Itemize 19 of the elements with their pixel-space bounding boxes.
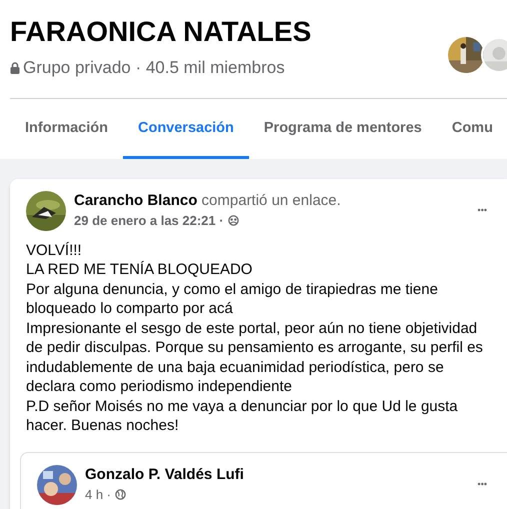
tab[interactable]: Información <box>10 98 123 158</box>
more-button[interactable]: ••• <box>478 478 487 492</box>
tab[interactable]: Programa de mentores <box>248 98 437 158</box>
post-text: Por alguna denuncia, y como el amigo de tirapiedras me tiene bloqueado lo comparto por acá <box>26 280 439 318</box>
post-text: LA RED ME TENÍA BLOQUEADO <box>26 260 254 280</box>
post-time: 4 h · <box>85 486 112 504</box>
post-text: P.D señor Moisés no me vaya a denunciar por lo que Ud le gusta hacer. Buenas noches! <box>26 396 459 436</box>
globe-icon <box>115 489 126 500</box>
tab[interactable]: Conversación <box>122 98 249 158</box>
more-button[interactable]: ••• <box>478 204 487 218</box>
post-text: Impresionante el sesgo de este portal, peor aún no tiene objetividad de pedir disculpas. Porque su pensamiento es arrogante, su perfil es indudablemente de una baja ecuanimidad periodística, pero se declara como periodismo independiente <box>26 318 484 396</box>
author-name[interactable]: Gonzalo P. Valdés Lufi <box>85 464 478 485</box>
post-time: 29 de enero a las 22:21 · <box>74 212 224 230</box>
lock-icon <box>10 62 20 74</box>
post-text: VOLVÍ!!! <box>26 240 83 260</box>
group-title: FARAONICA NATALES <box>10 15 312 49</box>
group-privacy: Grupo privado · 40.5 mil miembros <box>23 57 285 79</box>
post-header: Carancho Blanco compartió un enlace. <box>74 190 342 211</box>
tab[interactable]: Comu <box>436 98 507 158</box>
